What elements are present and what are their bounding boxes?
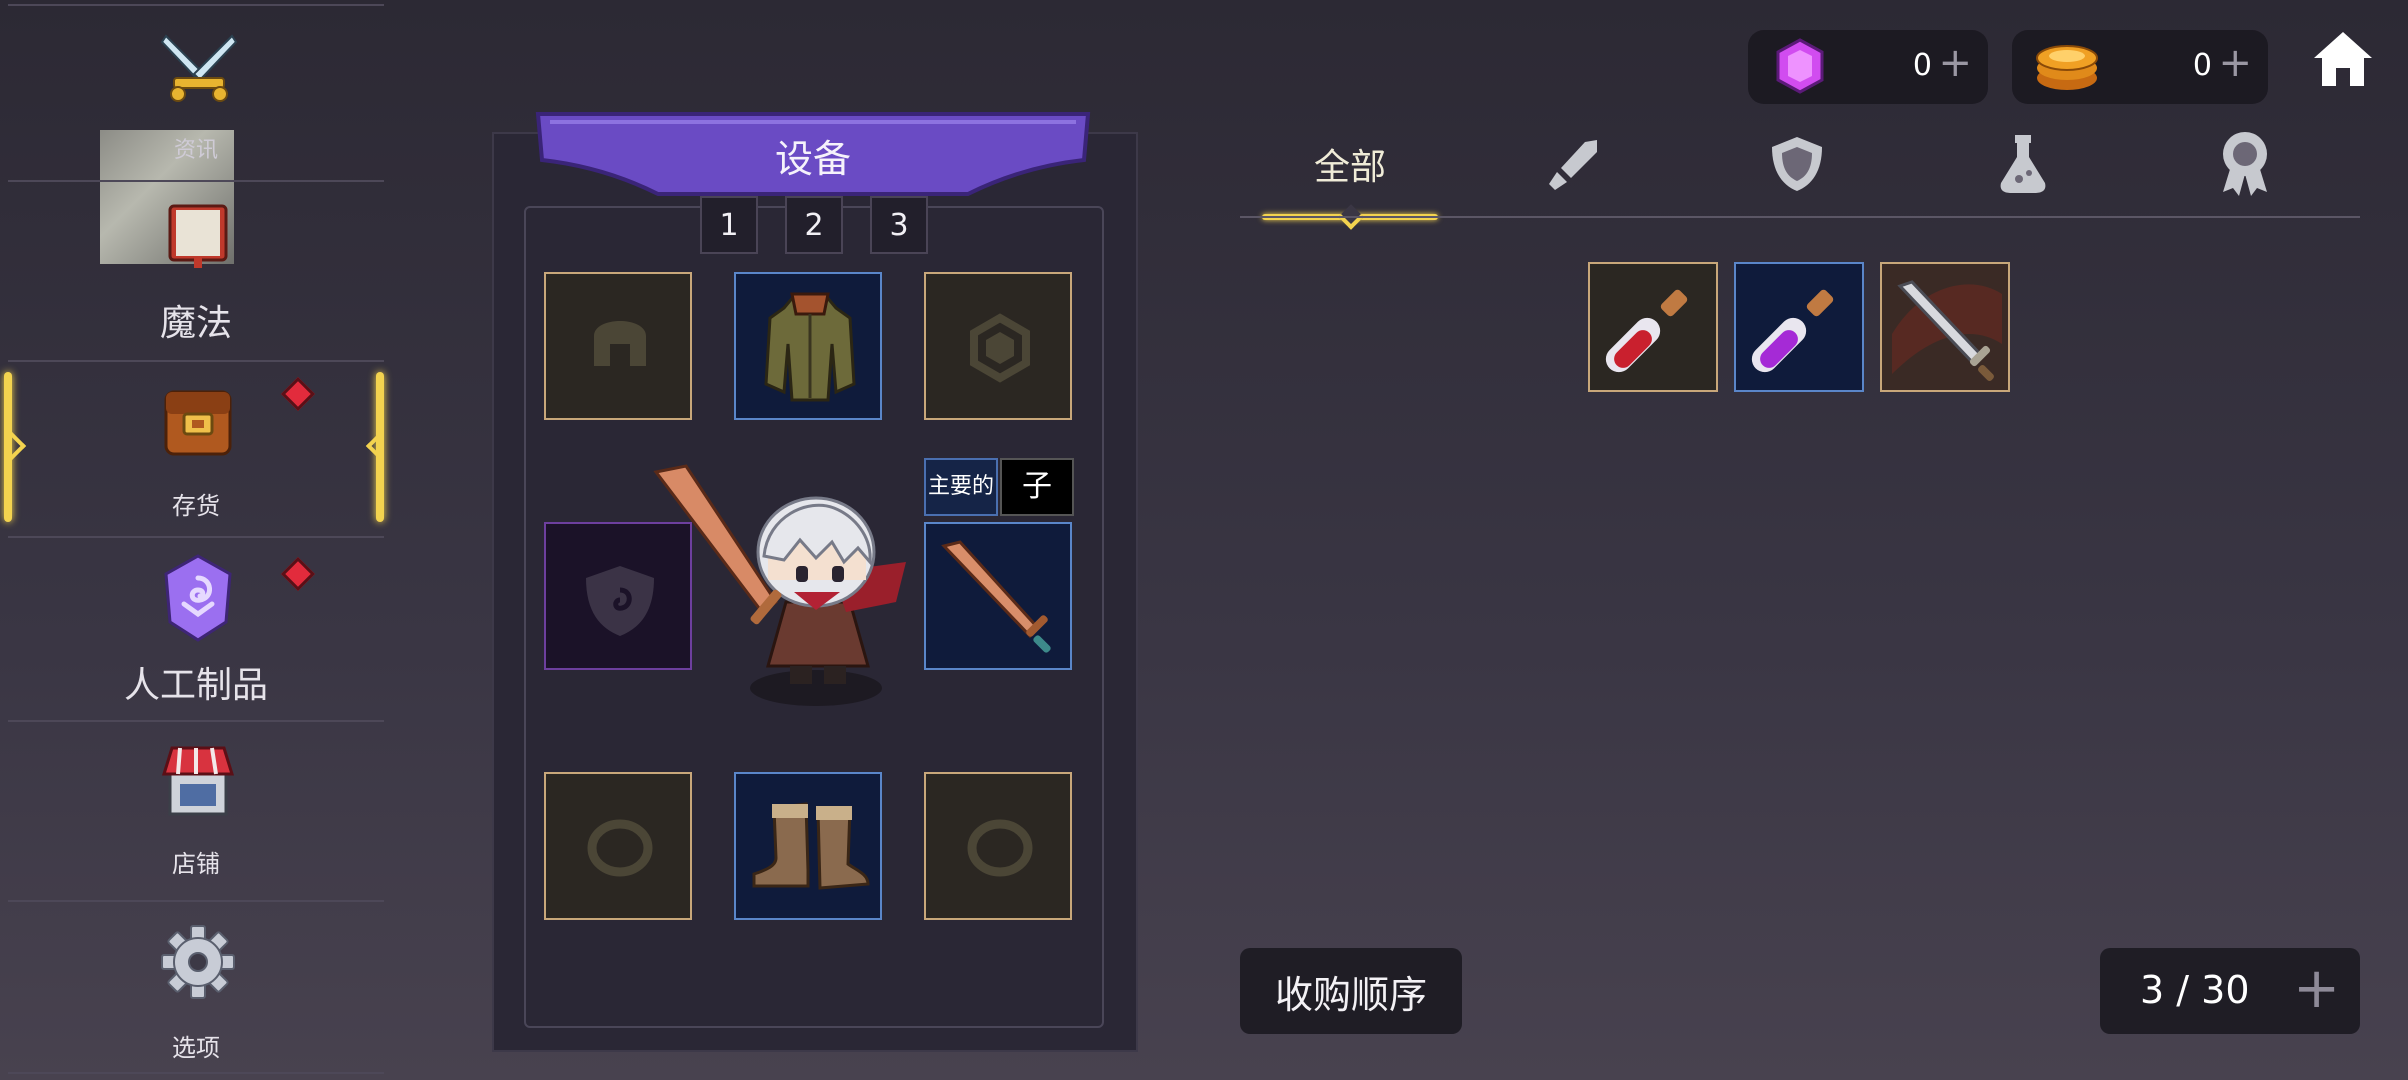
gem-counter: 0 + <box>1748 30 1988 104</box>
sidebar-item-label: 人工制品 <box>123 665 268 706</box>
filter-tab-weapons[interactable] <box>1530 124 1620 204</box>
sidebar-item-shop[interactable]: 店铺 <box>8 722 384 900</box>
sidebar-item-label: 选项 <box>172 1034 220 1062</box>
red-potion-icon <box>1605 289 1688 373</box>
sidebar: 资讯 魔法 存货 人工制品 店铺 选项 <box>0 0 386 1080</box>
leather-boots-icon <box>752 802 870 890</box>
sidebar-item-label: 存货 <box>172 492 220 520</box>
inventory-capacity: 3 / 30 + <box>2100 948 2360 1034</box>
purple-potion-icon <box>1751 289 1834 373</box>
filter-tab-all[interactable]: 全部 <box>1260 124 1440 204</box>
weapon-tab-main[interactable]: 主要的 <box>924 458 998 516</box>
medal-icon <box>2223 132 2267 196</box>
selection-bracket-right <box>376 372 384 522</box>
capacity-value: 3 / 30 <box>2140 968 2250 1012</box>
add-coins-button[interactable]: + <box>2218 40 2252 86</box>
backpack-icon <box>164 390 232 456</box>
sidebar-item-artifacts[interactable]: 人工制品 <box>8 538 384 720</box>
sidebar-divider <box>8 4 384 6</box>
sidebar-divider <box>8 1072 384 1074</box>
hexagon-amulet-icon <box>970 313 1030 383</box>
home-icon[interactable] <box>2310 28 2376 90</box>
add-gems-button[interactable]: + <box>1938 40 1972 86</box>
shield-icon <box>1772 137 1822 191</box>
spellbook-icon <box>168 204 228 268</box>
rune-stone-icon <box>164 554 232 642</box>
gear-icon <box>161 925 235 999</box>
crossed-swords-icon <box>160 34 238 102</box>
weapon-tab-sub[interactable]: 子 <box>1000 458 1074 516</box>
copper-sword-icon <box>941 540 1051 653</box>
equipment-title: 设备 <box>774 137 851 181</box>
ring-slot-left[interactable] <box>544 772 692 920</box>
sidebar-item-label: 资讯 <box>173 138 218 163</box>
boots-slot[interactable] <box>734 772 882 920</box>
loadout-tab-1[interactable]: 1 <box>700 196 758 254</box>
sidebar-item-inventory[interactable]: 存货 <box>8 362 384 536</box>
coin-counter: 0 + <box>2012 30 2268 104</box>
helmet-icon <box>594 321 646 366</box>
gem-value: 0 <box>1912 48 1932 83</box>
armor-slot[interactable] <box>734 272 882 420</box>
coin-stack-icon <box>2036 45 2098 90</box>
potion-icon <box>2000 135 2046 193</box>
sidebar-item-info[interactable]: 资讯 <box>8 8 384 264</box>
expand-capacity-button[interactable]: + <box>2293 956 2340 1021</box>
gem-icon <box>1776 38 1824 94</box>
inventory-item-iron-sword[interactable] <box>1880 262 2010 392</box>
sidebar-item-label: 魔法 <box>159 303 232 344</box>
loadout-tab-3[interactable]: 3 <box>870 196 928 254</box>
amulet-slot[interactable] <box>924 272 1072 420</box>
helmet-slot[interactable] <box>544 272 692 420</box>
filter-tab-misc[interactable] <box>2200 124 2290 204</box>
sword-icon <box>1549 140 1597 190</box>
sidebar-item-magic[interactable]: 魔法 <box>8 182 384 360</box>
ring-icon <box>587 819 653 877</box>
iron-sword-icon <box>1892 280 2002 381</box>
notification-badge <box>281 377 315 411</box>
inventory-item-red-potion[interactable] <box>1588 262 1718 392</box>
sidebar-item-label: 店铺 <box>172 850 220 878</box>
sort-order-button[interactable]: 收购顺序 <box>1240 948 1462 1034</box>
filter-tab-armor[interactable] <box>1752 124 1842 204</box>
loadout-tab-2[interactable]: 2 <box>785 196 843 254</box>
brown-coat-icon <box>764 292 856 402</box>
coin-value: 0 <box>2192 48 2212 83</box>
character-avatar <box>653 464 906 706</box>
notification-badge <box>281 557 315 591</box>
sidebar-item-options[interactable]: 选项 <box>8 902 384 1072</box>
main-weapon-slot[interactable] <box>924 522 1072 670</box>
tab-divider <box>1240 216 2360 218</box>
ring-slot-right[interactable] <box>924 772 1072 920</box>
inventory-item-purple-potion[interactable] <box>1734 262 1864 392</box>
shop-icon <box>161 746 235 816</box>
ring-icon <box>967 819 1033 877</box>
filter-tab-consumables[interactable] <box>1978 124 2068 204</box>
selection-bracket-left <box>4 372 12 522</box>
